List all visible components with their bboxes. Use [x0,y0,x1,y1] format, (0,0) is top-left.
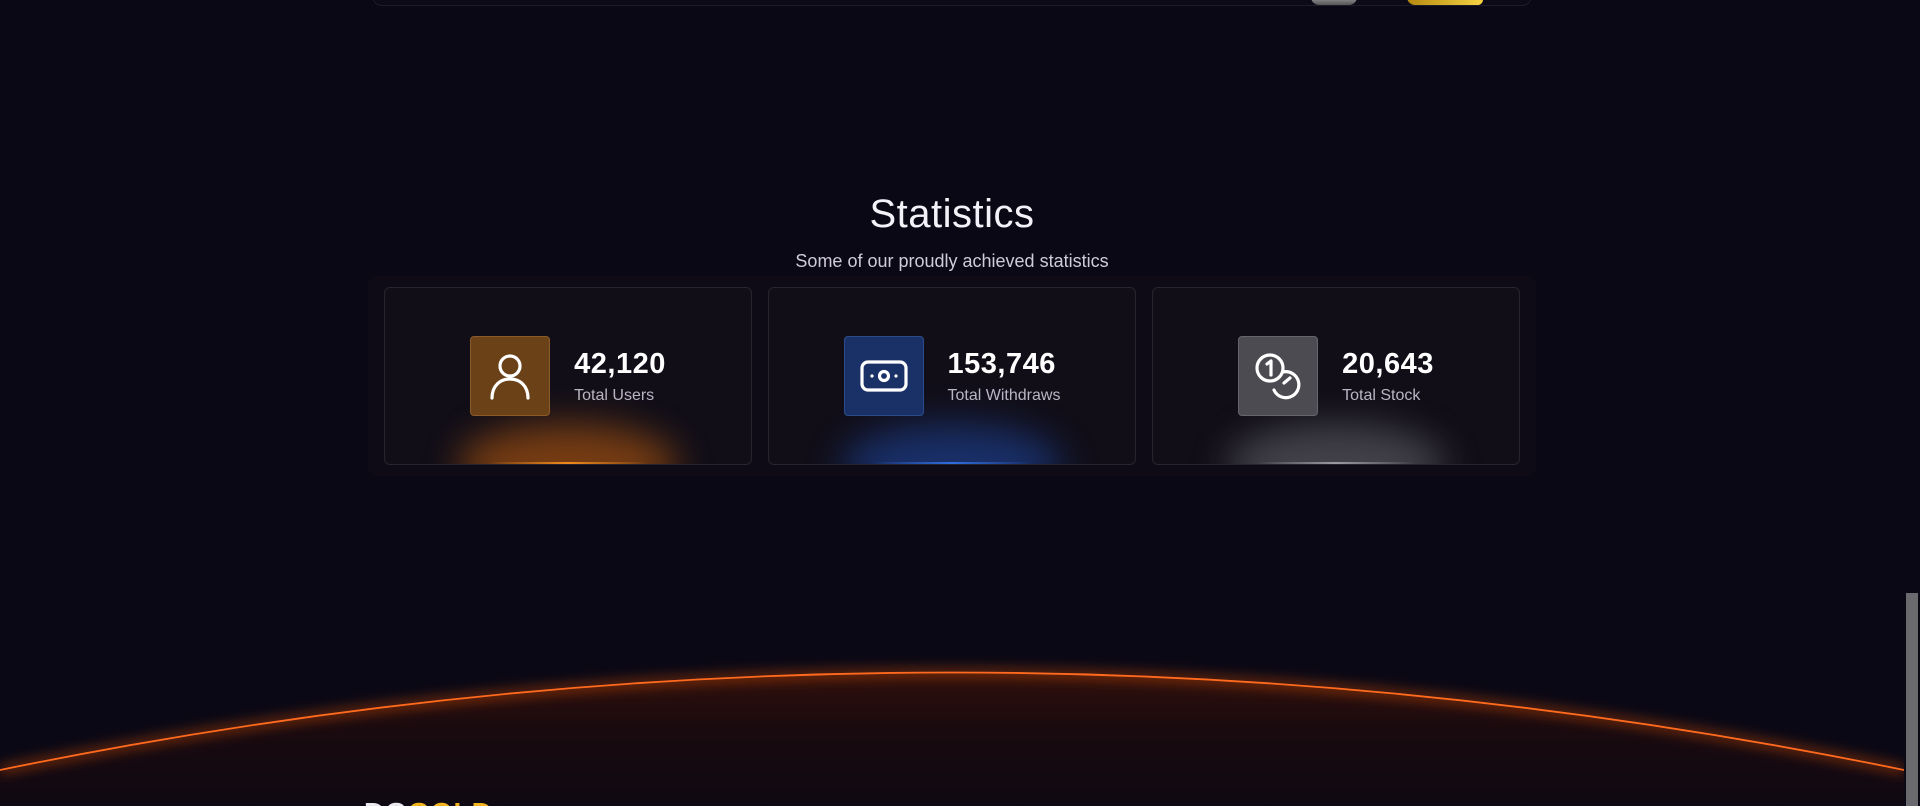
stat-label: Total Users [574,387,655,404]
section-subtitle: Some of our proudly achieved statistics [795,251,1109,271]
page-scrollbar[interactable] [1904,0,1920,806]
stat-label: Total Withdraws [947,387,1061,404]
scrollbar-thumb[interactable] [1906,593,1918,806]
coins-icon [1238,336,1319,416]
section-title: Statistics [869,192,1035,236]
footer-brand-logo: DGGOLD [364,797,493,806]
planet-horizon [0,668,1904,806]
stat-value: 42,120 [574,348,666,380]
stat-card-withdraws: 153,746 Total Withdraws [768,287,1136,465]
statistics-panel: 42,120 Total Users 153,746 Total Withdra… [368,276,1536,476]
user-icon [470,336,551,416]
stat-value: 153,746 [947,348,1056,380]
previous-section-card [372,0,1532,6]
banknote-icon [843,336,924,416]
stat-card-stock: 20,643 Total Stock [1152,287,1520,465]
coins-illustration [1311,0,1491,5]
page: Statistics Some of our proudly achieved … [0,0,1920,806]
stat-label: Total Stock [1342,387,1421,404]
stat-value: 20,643 [1342,348,1434,380]
stat-card-users: 42,120 Total Users [384,287,752,465]
